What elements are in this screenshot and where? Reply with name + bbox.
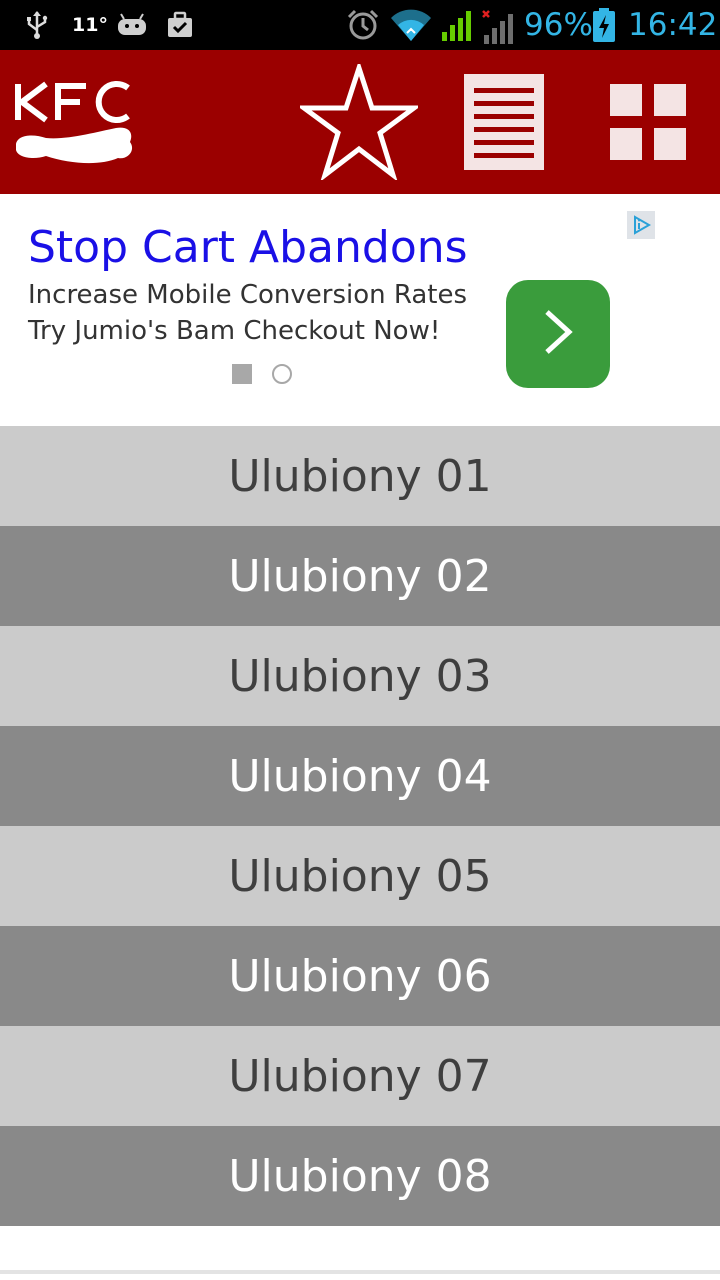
usb-icon: [24, 0, 50, 50]
list-item-favorite-06[interactable]: Ulubiony 06: [0, 926, 720, 1026]
list-item-label: Ulubiony 08: [228, 1150, 492, 1202]
temperature-text: 11°: [72, 14, 108, 36]
list-item-label: Ulubiony 07: [228, 1050, 492, 1102]
wifi-icon: [390, 0, 432, 50]
battery-charging-icon: [592, 0, 616, 50]
ad-line-1: Increase Mobile Conversion Rates: [28, 280, 468, 310]
signal-no-service-icon: [480, 0, 516, 50]
favorites-list: Ulubiony 01 Ulubiony 02 Ulubiony 03 Ulub…: [0, 426, 720, 1226]
list-item-label: Ulubiony 05: [228, 850, 492, 902]
ad-pager-dot[interactable]: [272, 364, 292, 384]
android-icon: [116, 0, 148, 50]
ad-title[interactable]: Stop Cart Abandons: [28, 222, 468, 273]
chevron-right-icon: [541, 308, 575, 360]
kfc-logo[interactable]: [12, 80, 136, 176]
grid-icon[interactable]: [608, 84, 688, 160]
list-item-label: Ulubiony 02: [228, 550, 492, 602]
status-bar: 11° 96% 16:42: [0, 0, 720, 50]
ad-line-2: Try Jumio's Bam Checkout Now!: [28, 316, 441, 346]
list-item-favorite-05[interactable]: Ulubiony 05: [0, 826, 720, 926]
list-item-favorite-02[interactable]: Ulubiony 02: [0, 526, 720, 626]
clock-time: 16:42: [628, 7, 718, 43]
list-item-label: Ulubiony 03: [228, 650, 492, 702]
signal-icon: [440, 0, 474, 50]
briefcase-icon: [166, 0, 194, 50]
alarm-icon: [346, 0, 380, 50]
bottom-divider: [0, 1270, 720, 1274]
list-item-favorite-04[interactable]: Ulubiony 04: [0, 726, 720, 826]
list-item-label: Ulubiony 01: [228, 450, 492, 502]
list-item-favorite-01[interactable]: Ulubiony 01: [0, 426, 720, 526]
list-icon[interactable]: [462, 72, 546, 172]
list-item-favorite-07[interactable]: Ulubiony 07: [0, 1026, 720, 1126]
ad-go-button[interactable]: [506, 280, 610, 388]
adchoices-icon[interactable]: [627, 211, 655, 239]
list-item-label: Ulubiony 04: [228, 750, 492, 802]
star-icon[interactable]: [300, 64, 418, 180]
app-bar: [0, 50, 720, 194]
ad-pager-dot-active[interactable]: [232, 364, 252, 384]
list-item-favorite-08[interactable]: Ulubiony 08: [0, 1126, 720, 1226]
list-item-favorite-03[interactable]: Ulubiony 03: [0, 626, 720, 726]
battery-percent-text: 96%: [524, 7, 593, 43]
list-item-label: Ulubiony 06: [228, 950, 492, 1002]
